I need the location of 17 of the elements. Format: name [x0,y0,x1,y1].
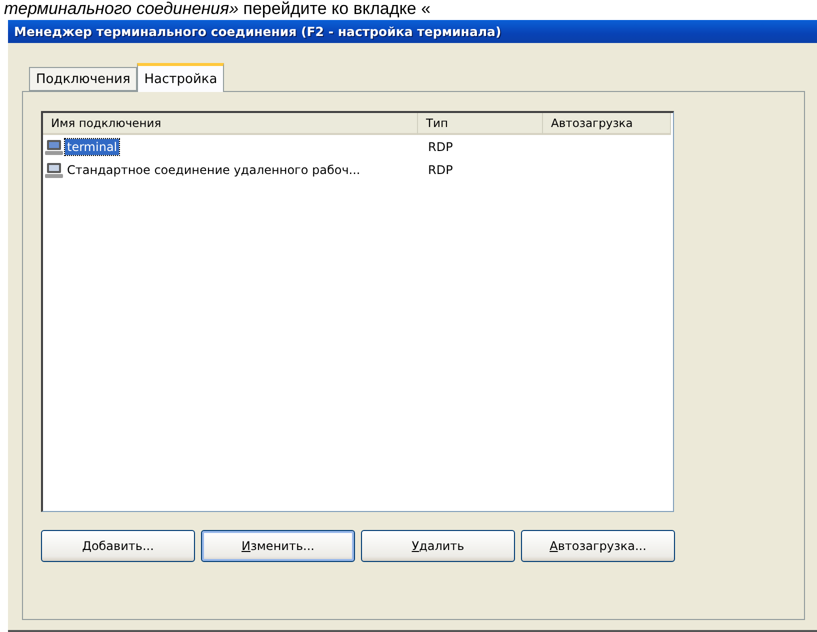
column-header[interactable]: Имя подключения [43,113,418,135]
connection-type: RDP [427,140,454,154]
connection-name[interactable]: Стандартное соединение удаленного рабоч... [65,162,362,178]
tab[interactable]: Настройка [137,63,224,92]
computer-icon [45,138,63,154]
document-text: терминального соединения» перейдите ко вкладке « [3,0,432,20]
dialog-button[interactable]: Удалить [361,530,515,562]
column-header[interactable]: Автозагрузка [543,113,671,135]
dialog-button[interactable]: Изменить... [201,530,355,562]
dialog-button[interactable]: Добавить... [41,530,195,562]
connection-type: RDP [427,162,454,176]
computer-icon [45,162,63,178]
dialog-button[interactable]: Автозагрузка... [521,530,675,562]
window-title: Менеджер терминального соединения (F2 - настройка терминала) [8,20,817,43]
connection-name[interactable]: terminal [65,138,120,154]
column-header[interactable]: Тип [418,113,543,135]
tab[interactable]: Подключения [29,67,138,91]
